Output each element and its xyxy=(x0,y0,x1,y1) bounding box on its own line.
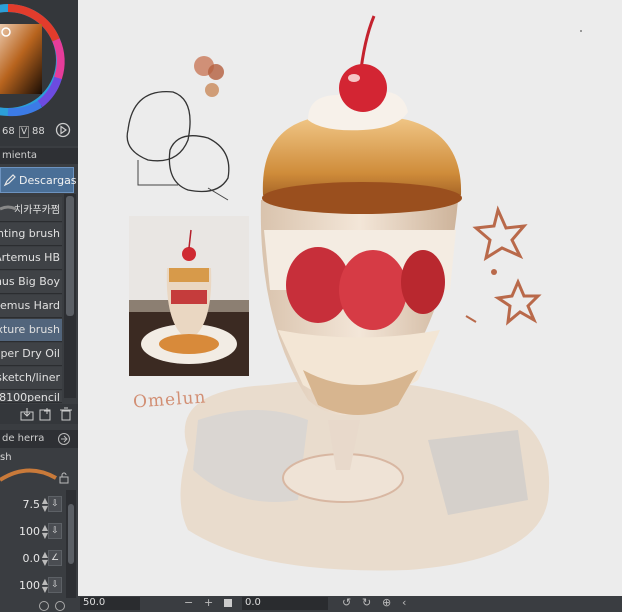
minus-icon[interactable]: − xyxy=(184,596,193,609)
brush-icon xyxy=(3,174,16,187)
hardness-value: 0.0 xyxy=(22,552,41,565)
brush-item[interactable]: Artemus Hard xyxy=(0,295,62,318)
brush-size-value: 7.5 xyxy=(22,498,41,511)
hsv-h-value: 68 xyxy=(2,126,15,137)
pressure-icon[interactable]: ⇩ xyxy=(48,496,62,512)
brush-item-label: Artemus HB xyxy=(0,251,60,264)
brush-panel-tab[interactable]: mienta xyxy=(0,148,78,164)
brush-item-label: 치카푸카쩜 xyxy=(14,205,60,216)
reference-photo-image xyxy=(129,216,249,376)
rotate-right-icon[interactable]: ↻ xyxy=(362,596,371,609)
hardness-field[interactable]: 0.0 ▲ ▼ ∠ xyxy=(0,548,64,570)
brush-item-label: texture brush xyxy=(0,323,60,336)
brush-item-label: _8100pencil xyxy=(0,391,60,403)
brush-item-label: Artemus Hard xyxy=(0,299,60,312)
reset-rotation-icon[interactable]: ⊕ xyxy=(382,596,391,609)
density-field[interactable]: 100 ▲ ▼ ⇩ xyxy=(0,575,64,597)
chevron-left-icon[interactable]: ‹ xyxy=(402,596,406,609)
lock-icon[interactable] xyxy=(58,472,70,484)
tool-footer-icons[interactable] xyxy=(38,600,74,612)
brush-list-scrollbar[interactable] xyxy=(64,194,76,398)
property-scrollbar[interactable] xyxy=(66,490,76,598)
plus-icon[interactable]: + xyxy=(204,596,213,609)
fit-icon[interactable] xyxy=(224,599,232,607)
brush-item[interactable]: -sketch/liner xyxy=(0,367,62,390)
angle-icon[interactable]: ∠ xyxy=(48,550,62,566)
hsv-v-value: 88 xyxy=(32,126,45,137)
brush-folder-label: Descargas xyxy=(19,174,77,187)
download-icon[interactable] xyxy=(20,407,34,421)
opacity-value: 100 xyxy=(19,525,40,538)
tool-property-title: de herra xyxy=(2,433,45,444)
color-wheel-panel[interactable]: 68 V 88 xyxy=(0,0,78,146)
hsv-v-label: V xyxy=(19,126,30,138)
rotation-angle-field[interactable]: 0.0 xyxy=(242,597,328,610)
pressure-icon[interactable]: ⇩ xyxy=(48,523,62,539)
trash-icon[interactable] xyxy=(59,407,73,421)
brush-preview-stroke xyxy=(0,468,57,482)
brush-folder-button[interactable]: Descargas xyxy=(0,167,77,193)
reference-photo[interactable] xyxy=(129,216,249,376)
brush-item[interactable]: 치카푸카쩜 xyxy=(0,197,62,222)
canvas-status-bar: 50.0 − + 0.0 ↺ ↻ ⊕ ‹ xyxy=(78,596,622,612)
brush-item-label: -sketch/liner xyxy=(0,371,60,384)
opacity-field[interactable]: 100 ▲ ▼ ⇩ xyxy=(0,521,64,543)
brush-item[interactable]: _8100pencil xyxy=(0,391,62,403)
play-icon[interactable] xyxy=(55,122,71,138)
brush-actions-bar xyxy=(0,404,78,424)
rotate-left-icon[interactable]: ↺ xyxy=(342,596,351,609)
new-brush-icon[interactable] xyxy=(39,407,53,421)
zoom-field[interactable]: 50.0 xyxy=(80,597,140,610)
brush-item[interactable]: mus Big Boy xyxy=(0,271,62,294)
brush-panel-title: mienta xyxy=(2,150,38,161)
tool-property-tab[interactable]: de herra xyxy=(0,430,78,448)
left-panel: 68 V 88 mienta Descargas 치카푸카쩜 ainting b… xyxy=(0,0,78,612)
scrollbar-thumb[interactable] xyxy=(68,504,74,564)
brush-item-selected[interactable]: texture brush xyxy=(0,319,62,342)
brush-size-field[interactable]: 7.5 ▲ ▼ ⇩ xyxy=(0,494,64,516)
canvas-speck xyxy=(580,30,582,32)
brush-item[interactable]: Super Dry Oil xyxy=(0,343,62,366)
brush-item[interactable]: ainting brush xyxy=(0,223,62,246)
brush-item-label: ainting brush xyxy=(0,227,60,240)
brush-item-label: mus Big Boy xyxy=(0,275,60,288)
pressure-icon[interactable]: ⇩ xyxy=(48,577,62,593)
brush-item[interactable]: Artemus HB xyxy=(0,247,62,270)
tool-settings-icon[interactable] xyxy=(56,432,72,446)
density-value: 100 xyxy=(19,579,40,592)
scrollbar-thumb[interactable] xyxy=(66,196,74,316)
brush-item-label: Super Dry Oil xyxy=(0,347,60,360)
